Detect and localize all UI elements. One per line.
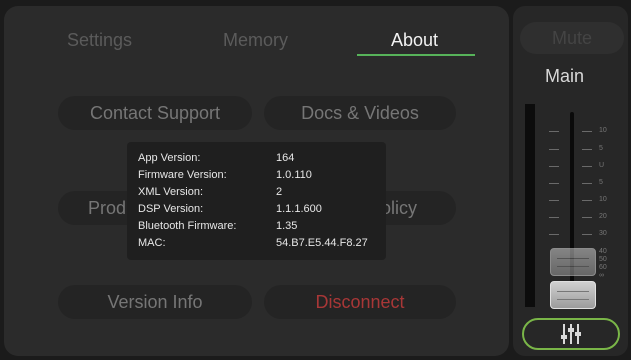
dsp-version-label: DSP Version: <box>138 203 204 215</box>
scale-tick <box>549 183 559 184</box>
tab-memory[interactable]: Memory <box>223 30 288 51</box>
scale-label: 20 <box>599 213 607 220</box>
scale-tick <box>549 217 559 218</box>
scale-label: 50 <box>599 256 607 263</box>
version-info-button[interactable]: Version Info <box>58 285 252 319</box>
active-tab-underline <box>357 54 475 56</box>
fader-track[interactable] <box>570 112 574 308</box>
scale-tick <box>582 166 592 167</box>
scale-tick <box>549 200 559 201</box>
mac-label: MAC: <box>138 237 166 249</box>
mute-button[interactable]: Mute <box>520 22 624 54</box>
bluetooth-firmware-value: 1.35 <box>276 220 298 232</box>
tab-settings[interactable]: Settings <box>67 30 132 51</box>
scale-tick <box>582 200 592 201</box>
scale-label: 60 <box>599 264 607 271</box>
scale-tick <box>582 183 592 184</box>
scale-label: 5 <box>599 179 603 186</box>
app-version-label: App Version: <box>138 152 201 164</box>
policy-button-label: olicy <box>381 197 418 218</box>
level-meter <box>525 104 535 307</box>
scale-tick <box>582 149 592 150</box>
scale-label: ∞ <box>599 272 604 279</box>
scale-tick <box>582 217 592 218</box>
xml-version-label: XML Version: <box>138 186 204 198</box>
scale-label: U <box>599 162 605 169</box>
scale-tick <box>549 234 559 235</box>
mac-value: 54.B7.E5.44.F8.27 <box>276 237 368 249</box>
scale-tick <box>549 131 559 132</box>
fader-ghost-cap <box>550 248 596 276</box>
scale-label: 30 <box>599 230 607 237</box>
firmware-version-value: 1.0.110 <box>276 169 312 181</box>
scale-tick <box>549 149 559 150</box>
tab-about[interactable]: About <box>391 30 438 51</box>
scale-tick <box>582 234 592 235</box>
version-info-popup: App Version: 164 Firmware Version: 1.0.1… <box>127 142 386 260</box>
bluetooth-firmware-label: Bluetooth Firmware: <box>138 220 237 232</box>
mixer-sliders-icon <box>561 324 581 344</box>
app-version-value: 164 <box>276 152 295 164</box>
scale-tick <box>549 166 559 167</box>
disconnect-button[interactable]: Disconnect <box>264 285 456 319</box>
mixer-settings-button[interactable] <box>522 318 620 350</box>
firmware-version-label: Firmware Version: <box>138 169 227 181</box>
contact-support-button[interactable]: Contact Support <box>58 96 252 130</box>
channel-name: Main <box>545 66 585 86</box>
docs-videos-button[interactable]: Docs & Videos <box>264 96 456 130</box>
scale-label: 10 <box>599 196 607 203</box>
scale-tick <box>582 131 592 132</box>
scale-label: 10 <box>599 127 607 134</box>
xml-version-value: 2 <box>276 186 283 198</box>
scale-label: 5 <box>599 145 603 152</box>
scale-label: 40 <box>599 248 607 255</box>
fader-cap[interactable] <box>550 281 596 309</box>
dsp-version-value: 1.1.1.600 <box>276 203 322 215</box>
